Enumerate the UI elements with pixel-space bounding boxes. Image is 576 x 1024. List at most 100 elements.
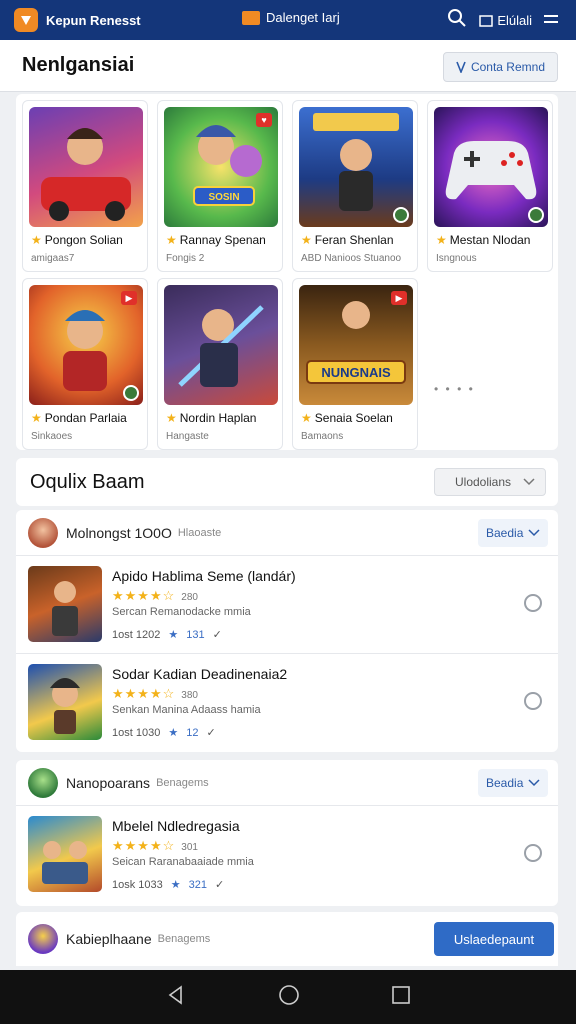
app-title: Kepun Renesst: [46, 12, 141, 28]
game-subtitle: Sinkaoes: [31, 431, 73, 442]
game-tile[interactable]: NUNGNAIS ▶ ★ Senaia Soelan Bamaons: [292, 278, 418, 450]
menu-icon[interactable]: [544, 12, 558, 30]
game-artwork: NUNGNAIS ▶: [299, 285, 413, 405]
section-header: Oqulix Baam Ulodolians: [16, 458, 558, 506]
game-subtitle: Isngnous: [436, 253, 477, 264]
item-title: Apido Hablima Seme (landár): [112, 568, 296, 584]
game-name: ★ Senaia Soelan: [301, 411, 393, 425]
home-icon[interactable]: [278, 984, 300, 1011]
group-filter-dropdown[interactable]: Baedia: [478, 519, 548, 547]
group-header: Molnongst 1O0O Hlaoaste Baedia: [16, 510, 558, 556]
game-tile[interactable]: ★ Nordin Haplan Hangaste: [157, 278, 283, 450]
game-tile[interactable]: ★ Pongon Solian amigaas7: [22, 100, 148, 272]
game-group: Molnongst 1O0O Hlaoaste Baedia Apido Hab…: [16, 510, 558, 752]
header-action-button[interactable]: Conta Remnd: [442, 52, 558, 82]
check-icon: ✓: [215, 879, 225, 891]
game-artwork: [164, 285, 278, 405]
select-radio[interactable]: [524, 692, 542, 710]
group-header: Nanopoarans Benagems Beadia: [16, 760, 558, 806]
game-subtitle: Hangaste: [166, 431, 209, 442]
pin-icon: [456, 61, 466, 73]
star-icon: ★: [168, 727, 179, 739]
star-icon: ★: [436, 233, 447, 247]
center-tab[interactable]: Dalenget Iarj: [242, 10, 340, 25]
section-sort-dropdown[interactable]: Ulodolians: [434, 468, 546, 496]
game-name: ★ Pondan Parlaia: [31, 411, 127, 425]
app-logo-icon[interactable]: [14, 8, 38, 32]
star-icon: ★: [301, 233, 312, 247]
star-icon: ★: [31, 233, 42, 247]
game-artwork: ▶: [29, 285, 143, 405]
header-action-label: Conta Remnd: [470, 60, 545, 74]
game-name: ★ Feran Shenlan: [301, 233, 394, 247]
page-title: Nenlgansiai: [22, 54, 135, 76]
group-filter-label: Beadia: [486, 776, 524, 790]
game-thumbnail: [28, 816, 102, 892]
game-thumbnail: [28, 664, 102, 740]
avatar[interactable]: [28, 924, 58, 954]
item-title: Sodar Kadian Deadinenaia2: [112, 666, 288, 682]
item-meta: 1osk 1033 ★ 321 ✓: [112, 878, 225, 892]
chevron-down-icon: [523, 478, 535, 486]
group-filter-dropdown[interactable]: Beadia: [478, 769, 548, 797]
game-tile[interactable]: ★ Mestan Nlodan Isngnous: [427, 100, 553, 272]
game-tile[interactable]: ★ Feran Shenlan ABD Nanioos Stuanoo: [292, 100, 418, 272]
back-icon[interactable]: [166, 984, 186, 1010]
featured-games-grid: ★ Pongon Solian amigaas7 SOSIN ♥ ★ Rannay …: [16, 94, 558, 450]
more-indicator[interactable]: • • • •: [434, 382, 475, 396]
item-description: Sercan Remanodacke mmia: [112, 606, 251, 618]
status-dot-icon: [393, 207, 409, 223]
avatar[interactable]: [28, 517, 58, 548]
game-name: ★ Pongon Solian: [31, 233, 123, 247]
group-filter-label: Baedia: [486, 526, 524, 540]
game-subtitle: amigaas7: [31, 253, 75, 264]
game-subtitle: ABD Nanioos Stuanoo: [301, 253, 402, 264]
svg-text:NUNGNAIS: NUNGNAIS: [321, 365, 391, 380]
game-name: ★ Rannay Spenan: [166, 233, 266, 247]
group-subtitle: Benagems: [156, 776, 209, 789]
folder-icon: [242, 10, 260, 25]
star-icon: ★: [168, 629, 179, 641]
game-name: ★ Mestan Nlodan: [436, 233, 531, 247]
recents-icon[interactable]: [392, 985, 410, 1009]
library-label: Elúlali: [497, 13, 532, 28]
game-group: Nanopoarans Benagems Beadia Mbelel Ndled…: [16, 760, 558, 906]
avatar[interactable]: [28, 767, 58, 798]
group-subtitle: Hlaoaste: [177, 526, 222, 539]
star-icon: ★: [31, 411, 42, 425]
list-item[interactable]: Apido Hablima Seme (landár) ★★★★☆ 280 Ser…: [16, 556, 558, 654]
item-description: Seican Raranabaaiade mmia: [112, 856, 254, 868]
game-subtitle: Bamaons: [301, 431, 344, 442]
check-icon: ✓: [212, 629, 222, 641]
rating-stars: ★★★★☆ 280: [112, 588, 198, 603]
game-tile[interactable]: ▶ ★ Pondan Parlaia Sinkaoes: [22, 278, 148, 450]
section-sort-label: Ulodolians: [455, 475, 512, 489]
item-title: Mbelel Ndledregasia: [112, 818, 240, 834]
group-subtitle: Benagems: [157, 933, 211, 945]
star-icon: ★: [301, 411, 312, 425]
new-badge-icon: ♥: [256, 113, 272, 127]
group-title: Molnongst 1O0O: [66, 524, 172, 541]
game-tile[interactable]: SOSIN ♥ ★ Rannay Spenan Fongis 2: [157, 100, 283, 272]
game-subtitle: Fongis 2: [166, 253, 205, 264]
list-item[interactable]: Sodar Kadian Deadinenaia2 ★★★★☆ 380 Senka…: [16, 654, 558, 752]
group-title: Kabieplhaane: [66, 931, 152, 947]
rating-stars: ★★★★☆ 380: [112, 686, 198, 701]
chevron-down-icon: [528, 529, 540, 537]
select-radio[interactable]: [524, 594, 542, 612]
library-button[interactable]: Elúlali: [479, 13, 532, 28]
item-meta: 1ost 1030 ★ 12 ✓: [112, 726, 216, 740]
game-name: ★ Nordin Haplan: [166, 411, 257, 425]
group-header-partial: Kabieplhaane Benagems Uslaedepaunt: [16, 912, 558, 966]
list-item[interactable]: Mbelel Ndledregasia ★★★★☆ 301 Seican Rara…: [16, 806, 558, 904]
center-tab-label: Dalenget Iarj: [266, 10, 340, 25]
star-icon: ★: [170, 879, 181, 891]
select-radio[interactable]: [524, 844, 542, 862]
star-icon: ★: [166, 411, 177, 425]
search-icon[interactable]: [447, 8, 467, 33]
status-dot-icon: [123, 385, 139, 401]
star-icon: ★: [166, 233, 177, 247]
primary-action-button[interactable]: Uslaedepaunt: [434, 922, 554, 956]
library-icon: [479, 14, 494, 27]
topbar-actions: Elúlali: [447, 8, 558, 33]
